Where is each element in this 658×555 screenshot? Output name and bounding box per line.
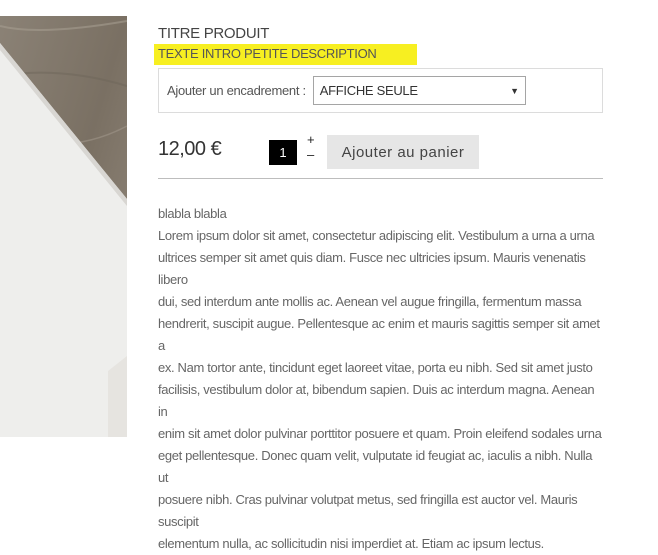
frame-select[interactable]: AFFICHE SEULE ▼ xyxy=(312,76,526,105)
divider xyxy=(158,178,603,179)
chevron-down-icon: ▼ xyxy=(510,85,519,96)
description-line: ultrices semper sit amet quis diam. Fusc… xyxy=(158,250,586,287)
description-line: ex. Nam tortor ante, tincidunt eget laor… xyxy=(158,360,593,375)
product-photo xyxy=(0,16,127,437)
frame-select-value: AFFICHE SEULE xyxy=(319,83,418,98)
product-description: blabla blabla Lorem ipsum dolor sit amet… xyxy=(158,203,603,555)
description-heading: blabla blabla xyxy=(158,206,227,221)
purchase-row: 12,00 € 1 + – Ajouter au panier xyxy=(158,130,603,174)
frame-option-box: Ajouter un encadrement : AFFICHE SEULE ▼ xyxy=(158,68,603,113)
product-info: TITRE PRODUIT TEXTE INTRO PETITE DESCRIP… xyxy=(154,24,603,555)
product-intro: TEXTE INTRO PETITE DESCRIPTION xyxy=(154,44,417,65)
description-line: enim sit amet dolor pulvinar porttitor p… xyxy=(158,426,602,441)
description-line: posuere nibh. Cras pulvinar volutpat met… xyxy=(158,492,578,529)
quantity-input[interactable]: 1 xyxy=(269,140,297,165)
description-line: Lorem ipsum dolor sit amet, consectetur … xyxy=(158,228,595,243)
product-title: TITRE PRODUIT xyxy=(158,25,270,42)
description-line: facilisis, vestibulum dolor at, bibendum… xyxy=(158,382,595,419)
description-line: eget pellentesque. Donec quam velit, vul… xyxy=(158,448,593,485)
add-to-cart-button[interactable]: Ajouter au panier xyxy=(327,135,479,169)
product-image xyxy=(0,16,127,437)
description-line: hendrerit, suscipit augue. Pellentesque … xyxy=(158,316,600,353)
product-price: 12,00 € xyxy=(158,138,222,160)
description-line: dui, sed interdum ante mollis ac. Aenean… xyxy=(158,294,582,309)
frame-label: Ajouter un encadrement : xyxy=(167,83,306,98)
description-line: elementum nulla, ac sollicitudin nisi im… xyxy=(158,536,544,551)
quantity-decrement-button[interactable]: – xyxy=(307,147,314,162)
quantity-increment-button[interactable]: + xyxy=(307,132,315,147)
